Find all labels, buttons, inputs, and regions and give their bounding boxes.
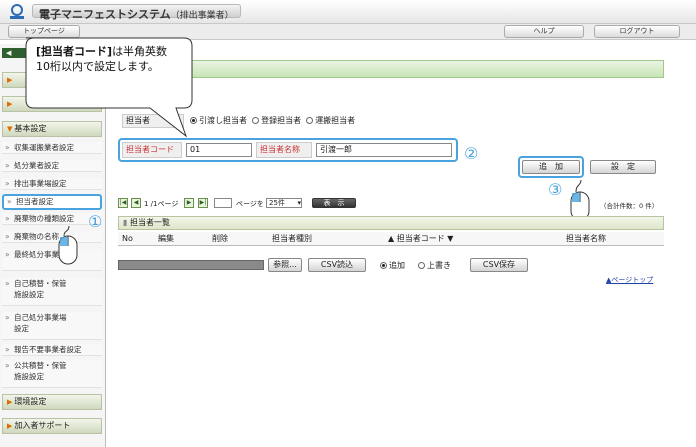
col-name: 担当者名称 — [566, 234, 606, 243]
logo-icon — [10, 4, 24, 19]
top-page-button[interactable]: トップページ — [8, 25, 80, 38]
mode-overwrite-radio[interactable]: 上書き — [418, 260, 451, 271]
total-count: （合計件数：0 件） — [600, 202, 659, 210]
code-input[interactable]: 01 — [186, 143, 252, 157]
page-top-link[interactable]: ▲ページトップ — [606, 275, 653, 285]
sidebar-section-basic[interactable]: ▼ 基本設定 — [2, 121, 102, 137]
set-button[interactable]: 設 定 — [590, 160, 656, 174]
csv-read-button[interactable]: CSV読込 — [308, 258, 366, 272]
type-label: 担当者 — [122, 114, 184, 128]
radio-handover[interactable]: 引渡し担当者 — [190, 116, 247, 125]
first-page-icon[interactable]: |◀ — [118, 198, 128, 208]
sidebar-section-env[interactable]: ▶ 環境設定 — [2, 394, 102, 410]
col-code[interactable]: ▲ 担当者コード ▼ — [388, 232, 453, 246]
radio-transport[interactable]: 運搬担当者 — [306, 116, 355, 125]
col-no: No — [122, 234, 133, 243]
radio-register[interactable]: 登録担当者 — [252, 116, 301, 125]
sidebar-item-site[interactable]: » 排出事業場設定 — [2, 178, 102, 190]
browse-button[interactable]: 参照... — [268, 258, 302, 272]
sidebar-item-no-report[interactable]: » 報告不要事業者設定 — [2, 344, 102, 356]
step-marker-2: ② — [464, 144, 479, 163]
step-marker-3: ③ — [548, 180, 563, 199]
sidebar-item-public-storage[interactable]: » 公共積替・保管施設設定 — [2, 360, 102, 388]
logout-button[interactable]: ログアウト — [594, 25, 680, 38]
next-page-icon[interactable]: ▶ — [184, 198, 194, 208]
mouse-icon — [58, 226, 78, 265]
sidebar-item-person[interactable]: » 担当者設定 — [2, 194, 102, 210]
sidebar-item-self-storage[interactable]: » 自己積替・保管施設設定 — [2, 278, 102, 306]
add-button[interactable]: 追 加 — [522, 160, 580, 174]
page-number-input[interactable] — [214, 198, 232, 208]
list-header: No 編集 削除 担当者種別 ▲ 担当者コード ▼ 担当者名称 — [118, 232, 664, 246]
expand-icon: ▶ — [7, 76, 13, 84]
collapse-icon: ◀ — [6, 49, 12, 57]
expand-icon: ▶ — [7, 422, 13, 430]
menu-bar: トップページ ヘルプ ログアウト — [0, 24, 696, 40]
sidebar-item-self-disposal[interactable]: » 自己処分事業場設定 — [2, 312, 102, 340]
sidebar-item-processor[interactable]: » 処分業者設定 — [2, 160, 102, 172]
sidebar-item-waste-type[interactable]: » 廃棄物の種類設定 — [2, 213, 102, 225]
type-radio-group: 引渡し担当者 登録担当者 運搬担当者 — [190, 115, 355, 126]
code-label: 担当者コード — [122, 142, 182, 158]
file-path-input[interactable] — [118, 260, 264, 270]
csv-save-button[interactable]: CSV保存 — [470, 258, 528, 272]
col-type: 担当者種別 — [272, 234, 312, 243]
list-title: ▮ 担当者一覧 — [118, 216, 664, 230]
expand-icon: ▶ — [7, 100, 13, 108]
expand-icon: ▼ — [7, 125, 13, 133]
sidebar-section-collapsed-1[interactable]: ▶ — [2, 72, 102, 88]
page-size-select[interactable]: 25件 ▾ — [266, 198, 302, 208]
app-title: 電子マニフェストシステム（排出事業者） — [32, 4, 241, 21]
show-button[interactable]: 表 示 — [312, 198, 356, 208]
help-button[interactable]: ヘルプ — [504, 25, 584, 38]
csv-row: 参照... CSV読込 追加 上書き CSV保存 — [118, 258, 664, 274]
sidebar-item-waste-name[interactable]: » 廃棄物の名称 — [2, 231, 102, 243]
callout-text: [担当者コード]は半角英数10桁以内で設定します。 — [36, 45, 168, 73]
page-to-label: ページを — [236, 200, 264, 208]
sidebar-section-collapsed-2[interactable]: ▶ — [2, 96, 102, 112]
step-marker-1: ① — [88, 212, 103, 231]
sidebar-section-support[interactable]: ▶ 加入者サポート — [2, 418, 102, 434]
name-input[interactable]: 引渡一郎 — [316, 143, 452, 157]
chevron-down-icon: ▾ — [297, 199, 301, 207]
sidebar-item-final[interactable]: » 最終処分事業 — [2, 249, 102, 271]
prev-page-icon[interactable]: ◀ — [131, 198, 141, 208]
sidebar-item-collector[interactable]: » 収集運搬業者設定 — [2, 142, 102, 154]
name-label: 担当者名称 — [256, 142, 312, 158]
mode-add-radio[interactable]: 追加 — [380, 260, 405, 271]
pen-icon: ▮ — [123, 218, 128, 227]
page-title-bar — [118, 60, 664, 78]
last-page-icon[interactable]: ▶| — [198, 198, 208, 208]
page-info: 1 /1ページ — [144, 200, 179, 208]
expand-icon: ▶ — [7, 398, 13, 406]
col-delete: 削除 — [212, 234, 228, 243]
col-edit: 編集 — [158, 234, 174, 243]
